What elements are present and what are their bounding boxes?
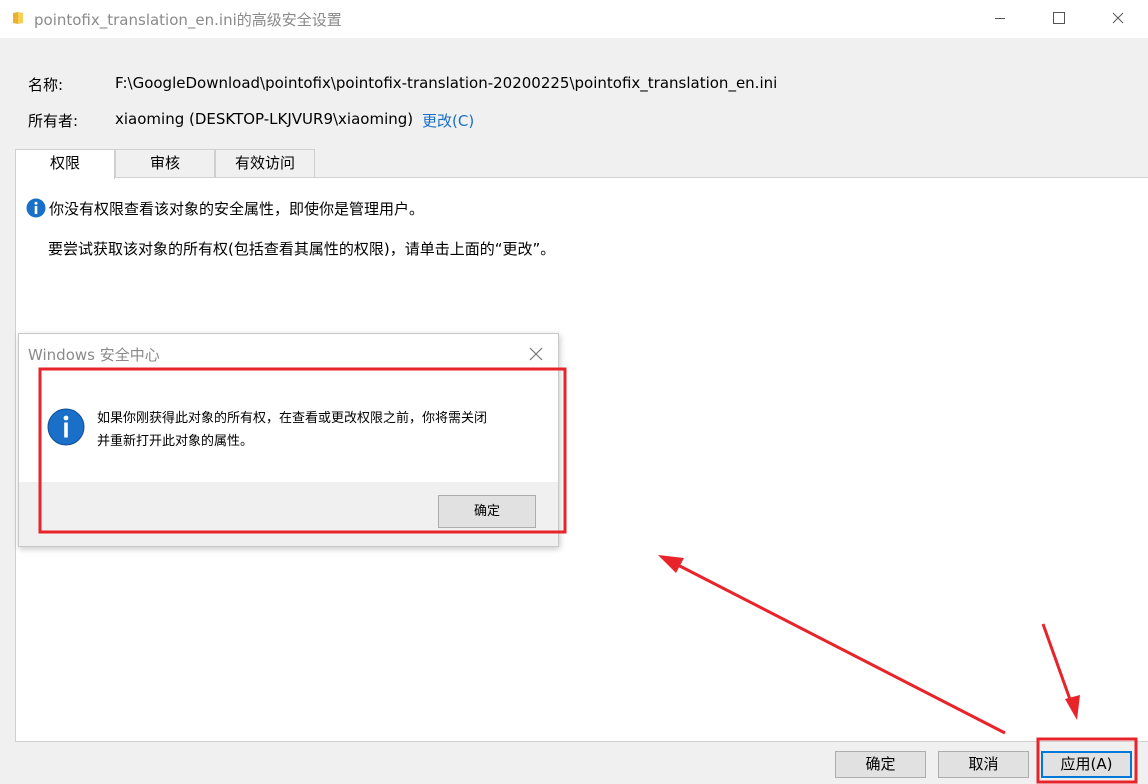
name-label: 名称:	[28, 76, 64, 94]
cancel-button[interactable]: 取消	[938, 751, 1029, 778]
dialog-message: 如果你刚获得此对象的所有权，在查看或更改权限之前，你将需关闭 并重新打开此对象的…	[97, 407, 547, 453]
ownership-hint: 要尝试获取该对象的所有权(包括查看其属性的权限)，请单击上面的“更改”。	[48, 240, 556, 258]
close-icon	[529, 347, 543, 361]
dialog-message-line-2: 并重新打开此对象的属性。	[97, 434, 254, 449]
minimize-icon	[995, 18, 1005, 19]
close-button[interactable]	[1094, 0, 1142, 36]
owner-label: 所有者:	[28, 112, 79, 130]
folder-icon	[13, 12, 23, 24]
close-icon	[1112, 12, 1124, 24]
title-bar: pointofix_translation_en.ini的高级安全设置	[0, 0, 1148, 38]
dialog-message-line-1: 如果你刚获得此对象的所有权，在查看或更改权限之前，你将需关闭	[97, 411, 488, 426]
maximize-button[interactable]	[1035, 0, 1083, 36]
maximize-icon	[1053, 12, 1065, 24]
owner-value: xiaoming (DESKTOP-LKJVUR9\xiaoming)	[115, 110, 414, 128]
ok-button[interactable]: 确定	[835, 751, 926, 778]
info-icon	[47, 408, 85, 446]
no-permission-message: 你没有权限查看该对象的安全属性，即使你是管理用户。	[49, 200, 425, 218]
security-dialog: Windows 安全中心 如果你刚获得此对象的所有权，在查看或更改权限之前，你将…	[18, 333, 559, 547]
name-value: F:\GoogleDownload\pointofix\pointofix-tr…	[115, 74, 778, 92]
dialog-close-button[interactable]	[524, 342, 548, 366]
minimize-button[interactable]	[976, 0, 1024, 36]
tab-effective-access[interactable]: 有效访问	[215, 149, 315, 177]
change-owner-link[interactable]: 更改(C)	[422, 110, 474, 131]
tab-permissions[interactable]: 权限	[15, 149, 115, 179]
dialog-ok-button[interactable]: 确定	[438, 495, 536, 528]
tab-auditing[interactable]: 审核	[115, 149, 215, 177]
window-title: pointofix_translation_en.ini的高级安全设置	[34, 11, 342, 29]
apply-button[interactable]: 应用(A)	[1041, 751, 1132, 778]
dialog-title: Windows 安全中心	[28, 346, 160, 364]
info-icon	[26, 198, 46, 218]
